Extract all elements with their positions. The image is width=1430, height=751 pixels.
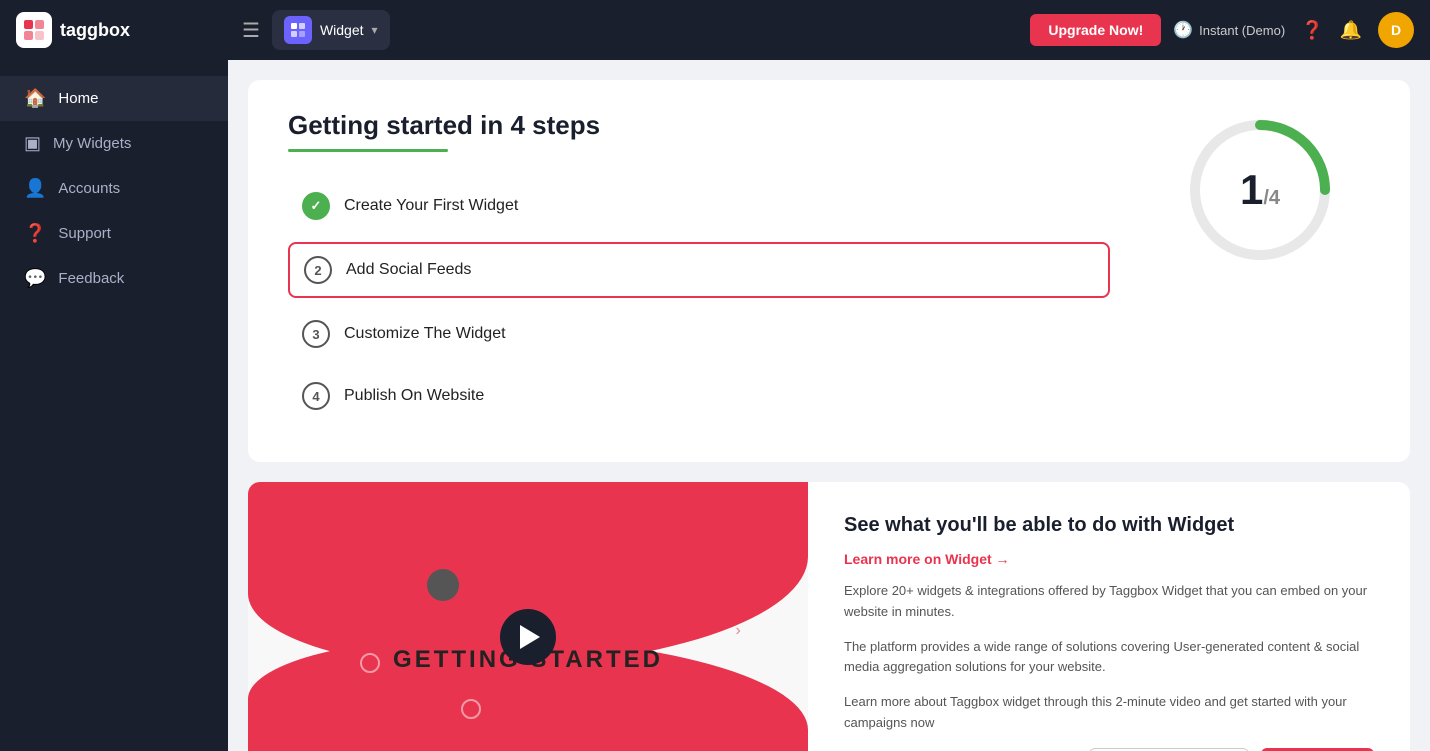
widget-label: Widget (320, 22, 364, 38)
sidebar-item-label: Accounts (58, 180, 120, 197)
instant-demo-label: Instant (Demo) (1199, 23, 1285, 38)
sidebar-item-home[interactable]: 🏠 Home (0, 76, 228, 121)
promo-desc-1: Explore 20+ widgets & integrations offer… (844, 581, 1374, 623)
step-2-label: Add Social Feeds (346, 261, 471, 279)
progress-section: 1/4 (1150, 110, 1370, 270)
progress-ring: 1/4 (1180, 110, 1340, 270)
header-actions: 🕐 Instant (Demo) ❓ 🔔 D (1173, 12, 1414, 48)
getting-started-title: Getting started in 4 steps (288, 110, 1110, 141)
instant-demo[interactable]: 🕐 Instant (Demo) (1173, 20, 1285, 40)
info-section: See what you'll be able to do with Widge… (808, 482, 1410, 751)
circle-outline-1 (360, 653, 380, 673)
step-4-circle: 4 (302, 382, 330, 410)
dots-pattern (702, 703, 752, 730)
step-3-label: Customize The Widget (344, 325, 506, 343)
logo-area: taggbox (16, 12, 226, 48)
upgrade-button[interactable]: Upgrade Now! (1030, 14, 1161, 46)
sidebar-item-feedback[interactable]: 💬 Feedback (0, 256, 228, 301)
video-background: « › GETTING STARTED (248, 482, 808, 751)
title-underline (288, 149, 448, 152)
home-icon: 🏠 (24, 88, 46, 109)
feedback-icon: 💬 (24, 268, 46, 289)
progress-center: 1/4 (1240, 169, 1280, 211)
widget-icon (284, 16, 312, 44)
notification-icon[interactable]: 🔔 (1340, 20, 1362, 41)
step-4[interactable]: 4 Publish On Website (288, 370, 1110, 422)
sidebar-item-label: Home (58, 90, 98, 107)
sidebar-item-label: Feedback (58, 270, 124, 287)
learn-more-link[interactable]: Learn more on Widget → (844, 551, 1374, 567)
dark-circle (427, 569, 459, 601)
accounts-icon: 👤 (24, 178, 46, 199)
step-2-circle: 2 (304, 256, 332, 284)
clock-icon: 🕐 (1173, 20, 1193, 40)
promo-desc-3: Learn more about Taggbox widget through … (844, 692, 1374, 734)
play-triangle-icon (520, 625, 540, 649)
sidebar-item-my-widgets[interactable]: ▣ My Widgets (0, 121, 228, 166)
avatar[interactable]: D (1378, 12, 1414, 48)
progress-current: 1/4 (1240, 166, 1280, 213)
logo-icon (16, 12, 52, 48)
bottom-section: « › GETTING STARTED See what you'll be a… (248, 482, 1410, 751)
step-4-label: Publish On Website (344, 387, 484, 405)
sidebar-item-label: My Widgets (53, 135, 131, 152)
logo-text: taggbox (60, 20, 130, 41)
arrow-right-icon: › (735, 622, 740, 640)
support-icon: ❓ (24, 223, 46, 244)
chevron-icon: « (293, 676, 304, 699)
step-1-label: Create Your First Widget (344, 197, 518, 215)
step-1-circle: ✓ (302, 192, 330, 220)
widget-dropdown-icon[interactable]: ▾ (372, 23, 378, 37)
getting-started-card: Getting started in 4 steps ✓ Create Your… (248, 80, 1410, 462)
widget-selector[interactable]: Widget ▾ (272, 10, 390, 50)
promo-desc-2: The platform provides a wide range of so… (844, 637, 1374, 679)
small-circle-1 (371, 732, 385, 746)
sidebar-item-accounts[interactable]: 👤 Accounts (0, 166, 228, 211)
sidebar: 🏠 Home ▣ My Widgets 👤 Accounts ❓ Support… (0, 60, 228, 751)
step-1[interactable]: ✓ Create Your First Widget (288, 180, 1110, 232)
step-3[interactable]: 3 Customize The Widget (288, 308, 1110, 360)
hamburger-icon[interactable]: ☰ (242, 18, 260, 43)
sidebar-item-support[interactable]: ❓ Support (0, 211, 228, 256)
header: taggbox ☰ Widget ▾ Upgrade Now! 🕐 Instan… (0, 0, 1430, 60)
main-layout: 🏠 Home ▣ My Widgets 👤 Accounts ❓ Support… (0, 60, 1430, 751)
help-icon[interactable]: ❓ (1301, 20, 1323, 41)
content-area: Getting started in 4 steps ✓ Create Your… (228, 60, 1430, 751)
step-3-circle: 3 (302, 320, 330, 348)
play-button[interactable] (500, 609, 556, 665)
step-2[interactable]: 2 Add Social Feeds (288, 242, 1110, 298)
circle-outline-2 (461, 699, 481, 719)
sidebar-item-label: Support (58, 225, 111, 242)
steps-section: Getting started in 4 steps ✓ Create Your… (288, 110, 1110, 432)
promo-title: See what you'll be able to do with Widge… (844, 514, 1374, 537)
widgets-icon: ▣ (24, 133, 41, 154)
video-area: « › GETTING STARTED (248, 482, 808, 751)
